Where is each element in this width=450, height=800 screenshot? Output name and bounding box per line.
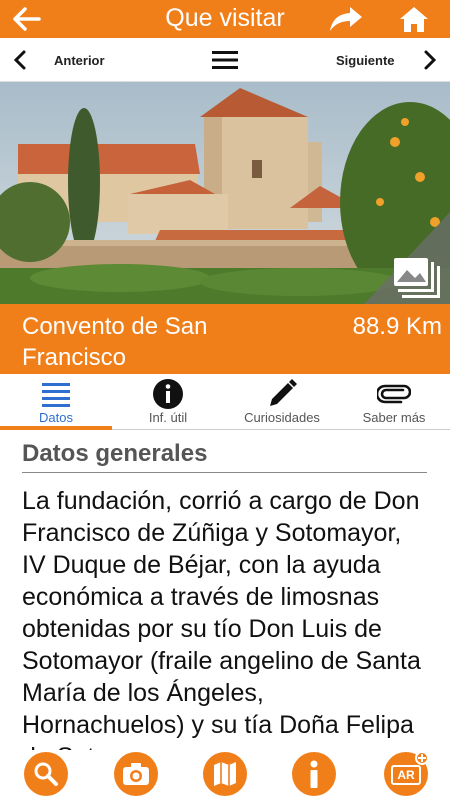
plus-badge-icon (415, 751, 429, 765)
home-icon[interactable] (394, 2, 434, 36)
pencil-icon (226, 378, 338, 410)
content-panel[interactable]: Datos generales La fundación, corrió a c… (22, 440, 430, 750)
tab-label: Curiosidades (244, 410, 320, 425)
info-i-icon (310, 760, 318, 788)
ar-label: AR (391, 765, 421, 785)
description-text: La fundación, corrió a cargo de Don Fran… (22, 487, 421, 750)
top-app-bar: Que visitar (0, 0, 450, 38)
section-tabs: Datos Inf. útil Curiosidades Saber más (0, 374, 450, 430)
gallery-button[interactable] (364, 212, 450, 304)
navigation-bar: Anterior Siguiente (0, 38, 450, 82)
place-name: Convento de San Francisco (22, 313, 208, 371)
active-tab-indicator (0, 426, 112, 430)
list-icon (0, 378, 112, 410)
page-title: Que visitar (165, 4, 285, 32)
chevron-right-icon[interactable] (420, 48, 440, 72)
tab-datos[interactable]: Datos (0, 374, 112, 430)
map-button[interactable] (203, 752, 247, 796)
tab-inf-util[interactable]: Inf. útil (112, 374, 224, 430)
section-title: Datos generales (22, 440, 427, 473)
share-icon[interactable] (326, 2, 366, 36)
search-icon (34, 762, 58, 786)
chevron-left-icon[interactable] (10, 48, 30, 72)
previous-button[interactable]: Anterior (54, 53, 105, 68)
camera-button[interactable] (114, 752, 158, 796)
tab-saber-mas[interactable]: Saber más (338, 374, 450, 430)
info-icon (112, 378, 224, 410)
tab-curiosidades[interactable]: Curiosidades (226, 374, 338, 430)
map-icon (214, 762, 236, 786)
paperclip-icon (338, 378, 450, 410)
place-distance: 88.9 Km (352, 313, 442, 340)
tab-label: Datos (39, 410, 73, 425)
ar-button[interactable]: AR (384, 751, 429, 796)
place-photo[interactable] (0, 82, 450, 304)
search-button[interactable] (24, 752, 68, 796)
bottom-action-bar: AR (0, 748, 450, 800)
tab-label: Inf. útil (148, 410, 188, 425)
camera-icon (123, 763, 149, 785)
images-icon (394, 258, 440, 298)
info-button[interactable] (292, 752, 336, 796)
next-button[interactable]: Siguiente (336, 53, 395, 68)
tab-label: Saber más (362, 410, 426, 425)
menu-icon[interactable] (210, 50, 240, 70)
place-header: Convento de San Francisco 88.9 Km (0, 304, 450, 374)
